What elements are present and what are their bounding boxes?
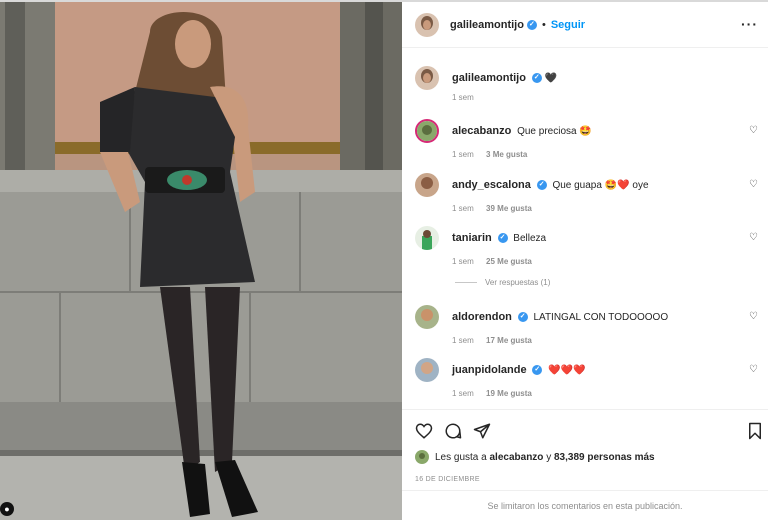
likes-summary[interactable]: Les gusta a alecabanzo y 83,389 personas… [415,450,655,464]
author-avatar-image [415,66,439,90]
comment-text: andy_escalona ✓ Que guapa 🤩❤️ oye [452,179,649,191]
liker-avatar-image [415,450,429,464]
comment-row: alecabanzo Que preciosa 🤩 1 sem 3 Me gus… [415,119,760,159]
comments-limited-notice: Se limitaron los comentarios en esta pub… [402,490,768,520]
author-avatar[interactable] [415,66,439,90]
comment-body: LATINGAL CON TODOOOOO [533,312,669,323]
caption-time[interactable]: 1 sem [452,93,474,102]
author-username[interactable]: galileamontijo [450,19,524,31]
commenter-avatar-image [415,305,439,329]
bookmark-icon[interactable] [747,422,763,440]
comment-meta: 1 sem 19 Me gusta [452,389,532,398]
verified-icon: ✓ [532,365,543,376]
caption-username[interactable]: galileamontijo [452,72,526,84]
replies-divider [455,282,477,284]
liker-avatar [415,450,429,464]
comment-likes[interactable]: 17 Me gusta [486,336,532,345]
view-replies-button[interactable]: Ver respuestas (1) [455,278,550,287]
comment-body: Que preciosa 🤩 [517,126,592,137]
action-bar [402,409,768,455]
like-comment-heart-icon[interactable]: ♡ [749,179,758,190]
caption-text: galileamontijo ✓ 🖤 [452,72,557,84]
comment-time[interactable]: 1 sem [452,204,474,213]
author-avatar[interactable] [415,12,439,37]
commenter-avatar[interactable] [415,119,439,143]
view-replies-label: Ver respuestas (1) [485,278,551,287]
like-comment-heart-icon[interactable]: ♡ [749,232,758,243]
comment-text: aldorendon ✓ LATINGAL CON TODOOOOO [452,311,668,323]
comment-body: Belleza [513,233,547,244]
follow-button[interactable]: Seguir [551,19,585,31]
commenter-username[interactable]: aldorendon [452,311,512,323]
commenter-avatar[interactable] [415,226,439,250]
likes-others[interactable]: 83,389 personas más [554,452,655,463]
comment-text: taniarin ✓ Belleza [452,232,546,244]
comment-likes[interactable]: 25 Me gusta [486,257,532,266]
commenter-avatar-image [415,173,439,197]
verified-icon: ✓ [531,73,542,84]
commenter-username[interactable]: taniarin [452,232,492,244]
heart-icon[interactable] [415,422,433,440]
comment-body: Que guapa 🤩❤️ oye [552,180,649,191]
instagram-post-view: ● galileamontijo ✓ • Seguir ··· galileam… [0,0,768,520]
comment-row: juanpidolande ✓ ❤️❤️❤️ 1 sem 19 Me gusta… [415,358,760,398]
commenter-avatar[interactable] [415,305,439,329]
caption-meta: 1 sem [452,93,474,102]
post-header: galileamontijo ✓ • Seguir ··· [402,2,768,48]
likes-prefix: Les gusta a [435,451,487,463]
share-icon[interactable] [473,422,491,440]
comment-panel: galileamontijo ✓ • Seguir ··· galileamon… [402,2,768,520]
commenter-avatar-image [415,226,439,250]
commenter-username[interactable]: andy_escalona [452,179,531,191]
commenter-avatar-image [417,121,437,141]
like-comment-heart-icon[interactable]: ♡ [749,311,758,322]
comment-meta: 1 sem 39 Me gusta [452,204,532,213]
comment-body: ❤️❤️❤️ [548,365,586,376]
comment-time[interactable]: 1 sem [452,150,474,159]
photo-illustration [0,2,402,520]
author-avatar-image [415,12,439,37]
verified-icon: ✓ [517,312,528,323]
commenter-username[interactable]: juanpidolande [452,364,527,376]
comment-row: taniarin ✓ Belleza 1 sem 25 Me gusta ♡ [415,226,760,266]
user-tag-icon[interactable]: ● [0,502,14,516]
comment-meta: 1 sem 3 Me gusta [452,150,527,159]
comment-meta: 1 sem 17 Me gusta [452,336,532,345]
liker-username[interactable]: alecabanzo [490,452,544,463]
comment-row: aldorendon ✓ LATINGAL CON TODOOOOO 1 sem… [415,305,760,345]
comment-icon[interactable] [444,422,462,440]
like-comment-heart-icon[interactable]: ♡ [749,125,758,136]
comment-time[interactable]: 1 sem [452,257,474,266]
comment-row: andy_escalona ✓ Que guapa 🤩❤️ oye 1 sem … [415,173,760,213]
likes-conj: y [546,451,552,463]
comment-likes[interactable]: 19 Me gusta [486,389,532,398]
commenter-avatar[interactable] [415,173,439,197]
post-photo[interactable]: ● [0,2,402,520]
verified-icon: ✓ [526,19,537,30]
post-date[interactable]: 16 DE DICIEMBRE [415,476,480,483]
comment-time[interactable]: 1 sem [452,336,474,345]
comment-text: alecabanzo Que preciosa 🤩 [452,125,592,137]
like-comment-heart-icon[interactable]: ♡ [749,364,758,375]
more-icon[interactable]: ··· [741,16,758,32]
separator-dot: • [541,18,546,31]
caption-body: 🖤 [544,73,557,84]
verified-icon: ✓ [536,180,547,191]
comment-likes[interactable]: 3 Me gusta [486,150,527,159]
comment-meta: 1 sem 25 Me gusta [452,257,532,266]
comment-likes[interactable]: 39 Me gusta [486,204,532,213]
verified-icon: ✓ [497,233,508,244]
caption-row: galileamontijo ✓ 🖤 1 sem [415,66,760,106]
comment-time[interactable]: 1 sem [452,389,474,398]
comment-text: juanpidolande ✓ ❤️❤️❤️ [452,364,585,376]
commenter-avatar-image [415,358,439,382]
commenter-avatar[interactable] [415,358,439,382]
commenter-username[interactable]: alecabanzo [452,125,511,137]
